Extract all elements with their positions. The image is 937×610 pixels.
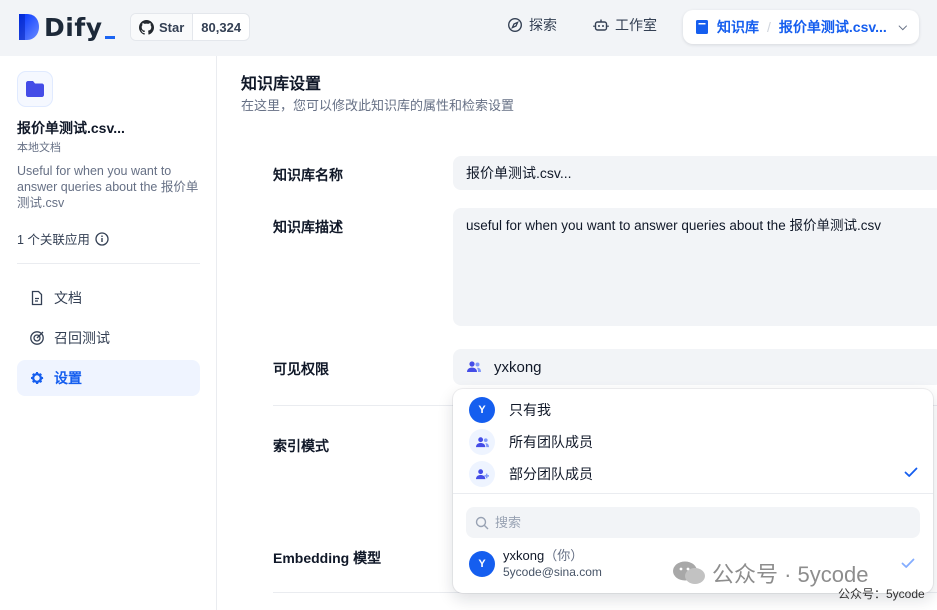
page-title: 知识库设置: [241, 76, 322, 93]
member-you-tag: （你）: [544, 548, 584, 563]
check-icon: [901, 558, 915, 568]
target-icon: [30, 331, 44, 345]
name-input[interactable]: 报价单测试.csv...: [453, 156, 937, 190]
option-label: 只有我: [509, 402, 551, 418]
check-icon: [904, 467, 918, 477]
app-shell: 报价单测试.csv... 本地文档 Useful for when you wa…: [0, 56, 937, 610]
knowledge-breadcrumb[interactable]: 知识库 / 报价单测试.csv... ⌵: [683, 10, 919, 44]
member-item[interactable]: Y yxkong（你） 5ycode@sina.com: [469, 547, 602, 581]
github-star-button[interactable]: Star 80,324: [130, 13, 251, 41]
robot-icon: [593, 19, 609, 31]
option-all-members[interactable]: 所有团队成员: [469, 428, 919, 456]
github-star-text: Star: [159, 19, 185, 35]
avatar: Y: [469, 551, 495, 577]
github-star-label: Star: [131, 14, 194, 40]
dify-logo-text: Dify: [44, 12, 103, 42]
breadcrumb-current[interactable]: 报价单测试.csv...: [779, 17, 887, 37]
watermark-sub: 公众号：5ycode: [838, 587, 925, 601]
permission-label: 可见权限: [273, 361, 329, 377]
embedding-model-label: Embedding 模型: [273, 550, 382, 566]
top-header: Dify Star 80,324 探索 工作室 知识库 / 报价单测试.csv.…: [0, 0, 937, 56]
description-textarea[interactable]: useful for when you want to answer queri…: [453, 208, 937, 326]
folder-icon: [17, 71, 53, 107]
sidebar-item-label: 文档: [54, 290, 82, 306]
option-partial-members[interactable]: 部分团队成员: [469, 460, 919, 488]
member-name: yxkong: [503, 548, 545, 563]
option-only-me[interactable]: Y 只有我: [469, 396, 919, 424]
member-info: yxkong（你） 5ycode@sina.com: [503, 547, 602, 581]
document-icon: [31, 290, 43, 306]
dataset-description: Useful for when you want to answer queri…: [17, 164, 199, 210]
search-icon: [475, 516, 489, 529]
dataset-name: 报价单测试.csv...: [17, 120, 125, 136]
description-label: 知识库描述: [273, 219, 343, 235]
member-search[interactable]: [466, 507, 920, 538]
permission-value: yxkong: [494, 358, 542, 376]
linked-apps-label: 1 个关联应用: [17, 233, 90, 247]
sidebar-item-settings[interactable]: 设置: [17, 360, 200, 396]
option-label: 部分团队成员: [509, 466, 593, 482]
member-email: 5ycode@sina.com: [503, 565, 602, 579]
compass-icon: [507, 17, 523, 33]
chevron-down-icon[interactable]: ⌵: [899, 21, 907, 34]
team-icon: [469, 429, 495, 455]
dropdown-divider: [453, 493, 933, 494]
sidebar-item-documents[interactable]: 文档: [17, 280, 200, 316]
sidebar-item-recall-test[interactable]: 召回测试: [17, 320, 200, 356]
wechat-icon: [673, 561, 705, 584]
sidebar-item-label: 召回测试: [54, 330, 110, 346]
linked-apps: 1 个关联应用: [17, 229, 109, 248]
sidebar-item-label: 设置: [54, 370, 82, 386]
team-icon: [467, 361, 481, 372]
add-member-icon: [469, 461, 495, 487]
avatar: Y: [469, 397, 495, 423]
nav-studio[interactable]: 工作室: [593, 15, 657, 35]
book-icon: [696, 20, 708, 34]
nav-explore[interactable]: 探索: [507, 15, 557, 35]
dify-logo-icon: [19, 14, 39, 40]
breadcrumb-section[interactable]: 知识库: [717, 17, 759, 37]
info-icon[interactable]: [95, 231, 109, 246]
name-label: 知识库名称: [273, 167, 343, 183]
github-icon: [139, 19, 154, 35]
github-star-count: 80,324: [201, 19, 242, 35]
page-subtitle: 在这里，您可以修改此知识库的属性和检索设置: [241, 98, 515, 113]
nav-explore-label: 探索: [529, 17, 557, 33]
dify-logo[interactable]: Dify: [17, 12, 115, 42]
permission-select[interactable]: yxkong: [453, 349, 937, 385]
gear-icon: [31, 372, 44, 384]
logo-cursor: [104, 35, 115, 39]
search-input[interactable]: [495, 515, 895, 530]
nav-studio-label: 工作室: [615, 17, 657, 33]
option-label: 所有团队成员: [509, 434, 593, 450]
member-name-row: yxkong（你）: [503, 547, 602, 564]
breadcrumb-separator: /: [767, 19, 771, 35]
sidebar-divider: [17, 263, 200, 264]
index-mode-label: 索引模式: [273, 438, 329, 454]
dataset-type: 本地文档: [17, 142, 61, 154]
dataset-sidebar: 报价单测试.csv... 本地文档 Useful for when you wa…: [0, 56, 217, 610]
